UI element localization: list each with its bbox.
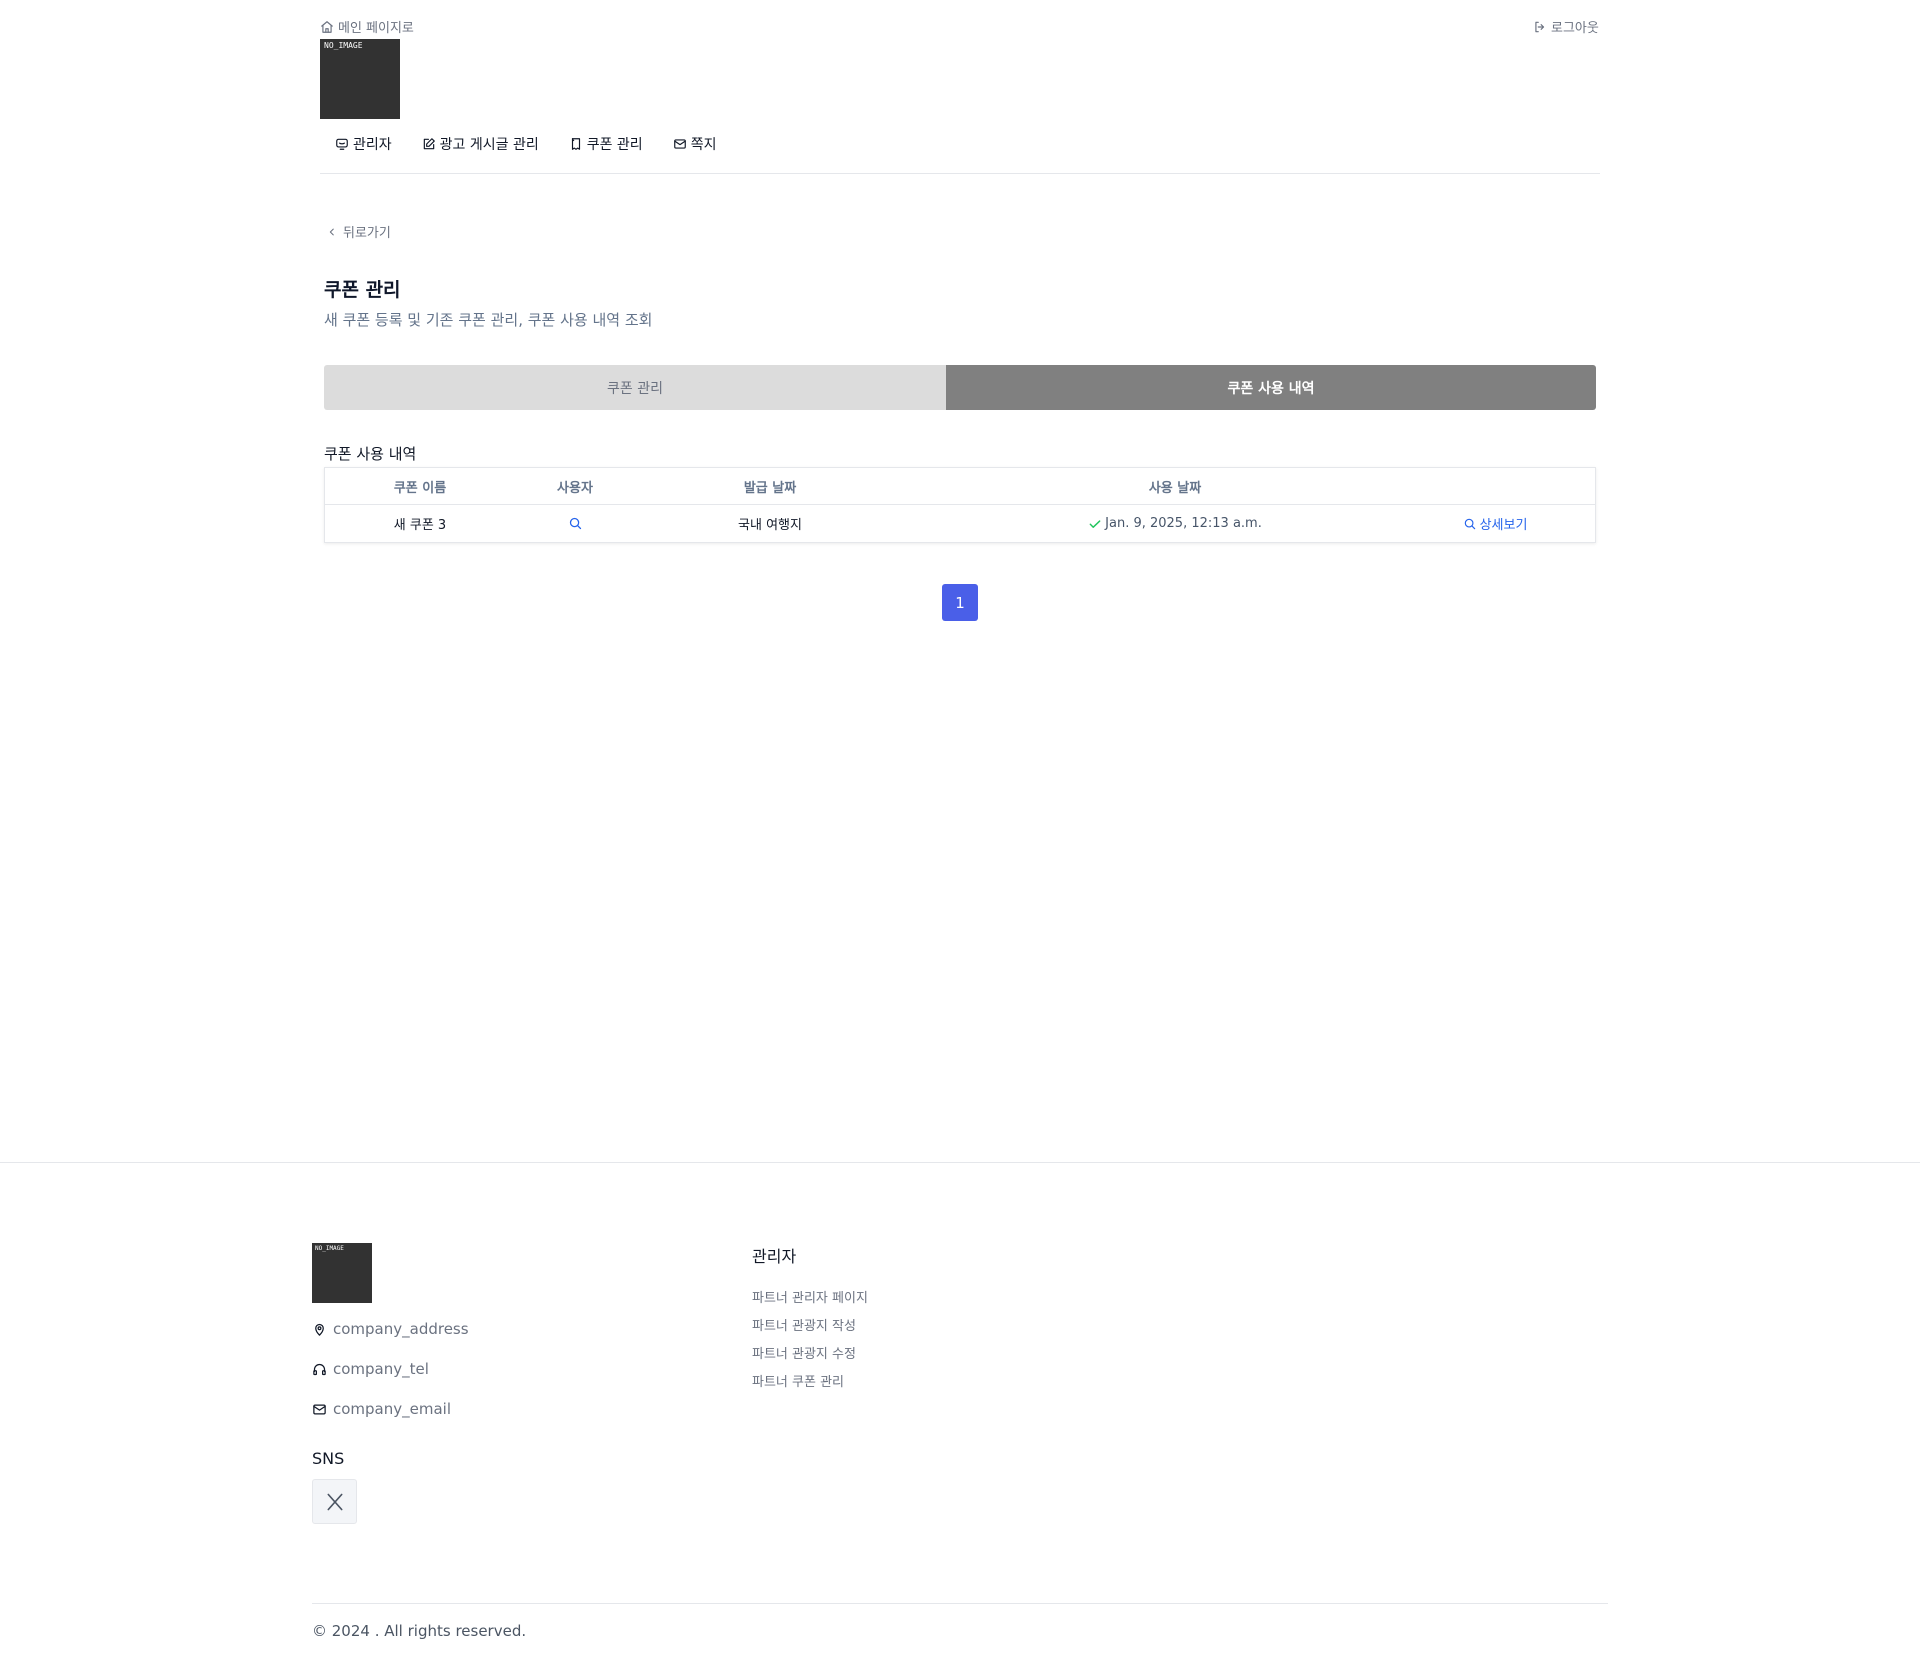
nav-item-ad-posts[interactable]: 광고 게시글 관리 (407, 130, 554, 158)
edit-icon (422, 137, 436, 151)
chevron-left-icon (327, 227, 337, 237)
footer-bottom-divider (312, 1603, 1608, 1604)
nav-item-coupons[interactable]: 쿠폰 관리 (554, 130, 658, 158)
detail-link[interactable]: 상세보기 (1463, 514, 1528, 533)
used-date-cell: Jan. 9, 2025, 12:13 a.m. (1015, 505, 1335, 542)
nav-label: 관리자 (353, 137, 392, 153)
logo-text: NO_IMAGE (324, 41, 363, 50)
back-label: 뒤로가기 (343, 226, 391, 241)
column-header-used-date: 사용 날짜 (1148, 481, 1202, 496)
tab-coupon-management[interactable]: 쿠폰 관리 (324, 365, 946, 410)
page-subtitle: 새 쿠폰 등록 및 기존 쿠폰 관리, 쿠폰 사용 내역 조회 (324, 311, 653, 329)
footer-logo[interactable]: NO_IMAGE (312, 1243, 372, 1303)
table-header: 쿠폰 이름 사용자 발급 날짜 사용 날짜 (325, 468, 1595, 505)
headset-icon (312, 1362, 327, 1377)
address-text: company_address (333, 1320, 469, 1338)
column-header-issued-date: 발급 날짜 (743, 481, 797, 496)
copyright-text: © 2024 . All rights reserved. (312, 1622, 527, 1640)
detail-link-label: 상세보기 (1479, 518, 1528, 533)
footer-logo-text: NO_IMAGE (315, 1245, 344, 1252)
location-pin-icon (312, 1322, 327, 1337)
section-title: 쿠폰 사용 내역 (324, 445, 417, 463)
logout-link[interactable]: 로그아웃 (1533, 17, 1599, 36)
pagination-page-button[interactable]: 1 (942, 584, 978, 621)
back-button[interactable]: 뒤로가기 (327, 222, 391, 241)
issued-cell: 국내 여행지 (738, 518, 802, 533)
tab-bar: 쿠폰 관리 쿠폰 사용 내역 (324, 365, 1596, 410)
nav-label: 광고 게시글 관리 (439, 137, 539, 153)
page-title: 쿠폰 관리 (324, 279, 401, 301)
email-text: company_email (333, 1400, 452, 1418)
column-header-coupon-name: 쿠폰 이름 (393, 481, 447, 496)
coupon-icon (569, 137, 583, 151)
footer-link-partner-spot-edit[interactable]: 파트너 관광지 수정 (752, 1343, 856, 1362)
sns-label: SNS (312, 1449, 345, 1468)
tab-coupon-usage-history[interactable]: 쿠폰 사용 내역 (946, 365, 1596, 410)
company-tel: company_tel (312, 1360, 429, 1378)
coupon-name-cell: 새 쿠폰 3 (393, 518, 447, 533)
company-address: company_address (312, 1320, 469, 1338)
nav-item-messages[interactable]: 쪽지 (658, 130, 732, 158)
nav-item-admin[interactable]: 관리자 (320, 130, 407, 158)
footer-link-partner-spot-create[interactable]: 파트너 관광지 작성 (752, 1315, 856, 1334)
x-logo-icon (325, 1492, 345, 1512)
coupon-usage-table: 쿠폰 이름 사용자 발급 날짜 사용 날짜 새 쿠폰 3 국내 여행지 Jan.… (324, 467, 1596, 543)
tel-text: company_tel (333, 1360, 429, 1378)
site-logo[interactable]: NO_IMAGE (320, 39, 400, 119)
x-social-button[interactable] (312, 1479, 357, 1524)
nav-label: 쿠폰 관리 (586, 137, 643, 153)
search-icon (1463, 517, 1477, 531)
column-header-user: 사용자 (557, 481, 593, 496)
nav-label: 쪽지 (690, 137, 717, 153)
logout-link-label: 로그아웃 (1551, 21, 1599, 36)
admin-icon (335, 137, 349, 151)
table-row: 새 쿠폰 3 국내 여행지 Jan. 9, 2025, 12:13 a.m. 상… (325, 505, 1595, 542)
footer-column-title: 관리자 (752, 1247, 797, 1266)
home-link[interactable]: 메인 페이지로 (320, 17, 414, 36)
footer-link-partner-admin[interactable]: 파트너 관리자 페이지 (752, 1287, 868, 1306)
used-date-text: Jan. 9, 2025, 12:13 a.m. (1105, 516, 1262, 531)
mail-icon (312, 1402, 327, 1417)
company-email: company_email (312, 1400, 451, 1418)
logout-icon (1533, 20, 1547, 34)
home-link-label: 메인 페이지로 (338, 21, 414, 36)
footer-divider (0, 1162, 1920, 1163)
home-icon (320, 20, 334, 34)
mail-icon (673, 137, 687, 151)
footer-link-partner-coupons[interactable]: 파트너 쿠폰 관리 (752, 1371, 844, 1390)
detail-cell: 상세보기 (1425, 505, 1565, 542)
main-nav: 관리자 광고 게시글 관리 쿠폰 관리 쪽지 (320, 130, 1600, 174)
user-cell (535, 505, 615, 542)
search-icon[interactable] (568, 516, 583, 531)
check-icon (1088, 517, 1102, 531)
